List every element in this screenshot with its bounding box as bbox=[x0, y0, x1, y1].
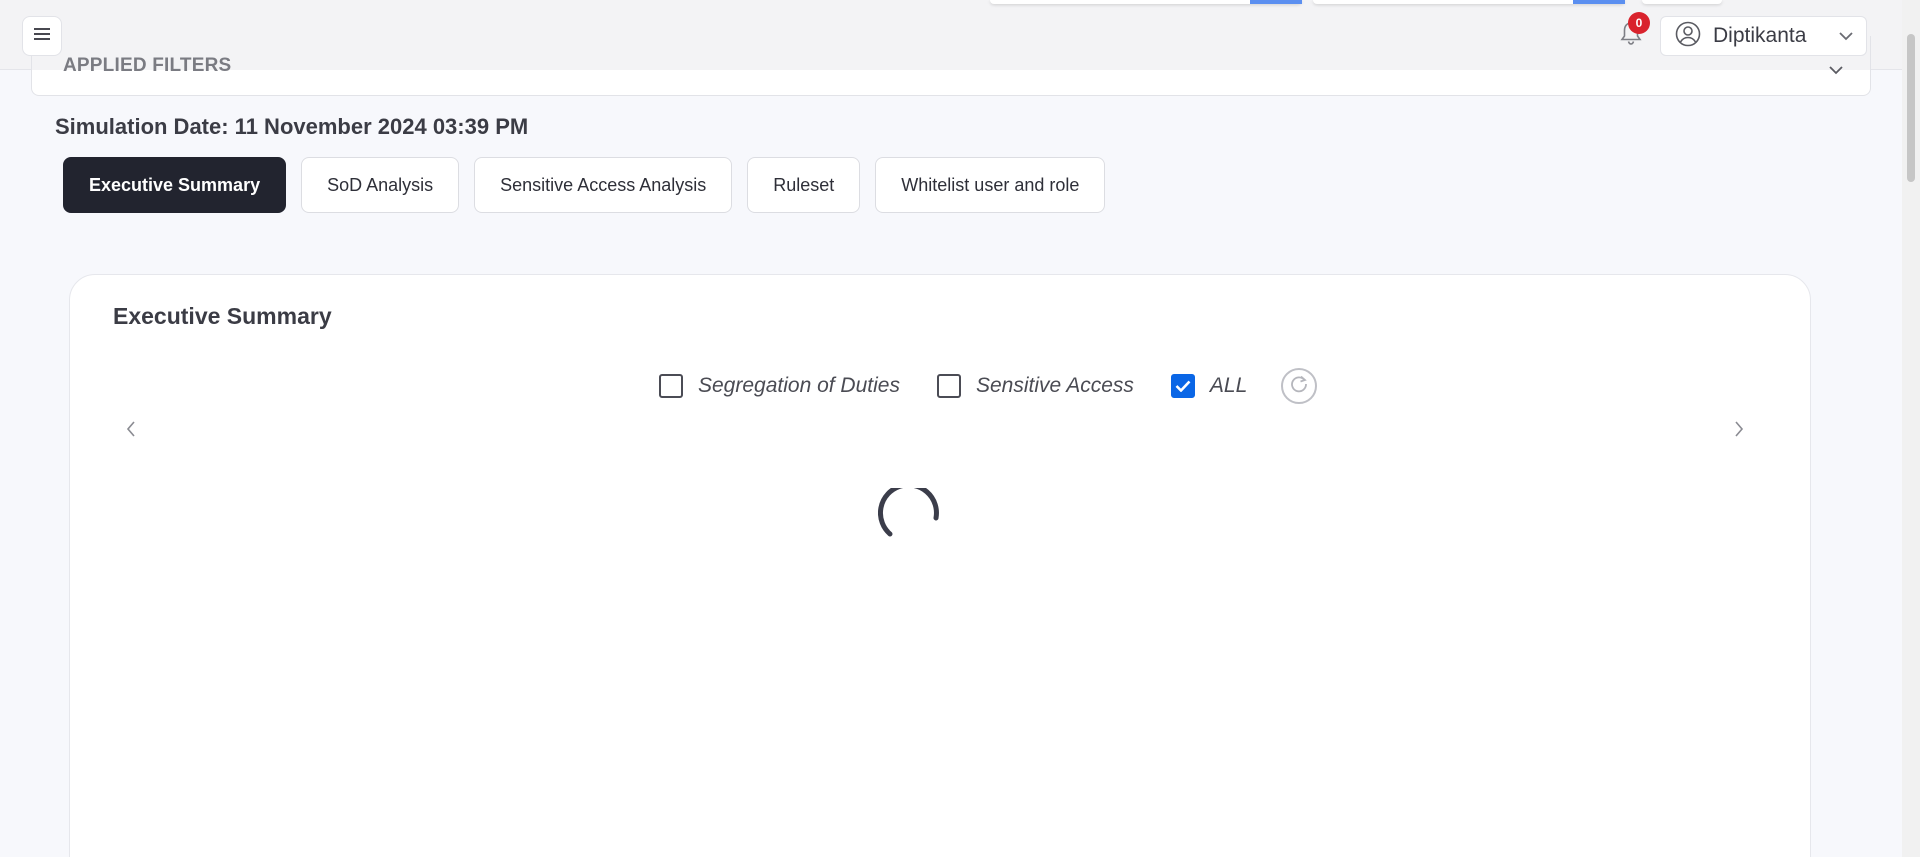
checkbox-all[interactable] bbox=[1170, 374, 1195, 398]
page-scrollbar[interactable] bbox=[1902, 0, 1920, 857]
applied-filters-title: APPLIED FILTERS bbox=[63, 55, 232, 76]
scrollbar-thumb[interactable] bbox=[1907, 34, 1915, 182]
top-input-fragment[interactable] bbox=[1313, 0, 1625, 4]
user-menu[interactable]: Diptikanta bbox=[1660, 16, 1867, 56]
tab-ruleset[interactable]: Ruleset bbox=[747, 157, 861, 213]
top-button-fragment[interactable] bbox=[1642, 0, 1722, 4]
menu-icon bbox=[33, 27, 51, 46]
filter-sensitive-access[interactable]: Sensitive Access bbox=[936, 374, 1134, 398]
filter-all[interactable]: ALL bbox=[1170, 374, 1248, 398]
checkbox-sensitive-access[interactable] bbox=[936, 374, 961, 398]
chevron-left-icon[interactable] bbox=[125, 420, 137, 443]
tab-whitelist-user-and-role[interactable]: Whitelist user and role bbox=[875, 157, 1106, 213]
notification-count-badge: 0 bbox=[1628, 12, 1650, 34]
tab-executive-summary[interactable]: Executive Summary bbox=[63, 157, 287, 213]
applied-filters-header-band bbox=[32, 36, 1870, 70]
card-title: Executive Summary bbox=[113, 303, 332, 329]
user-name: Diptikanta bbox=[1713, 24, 1807, 47]
checkbox-label: Sensitive Access bbox=[975, 374, 1134, 397]
checkmark-icon bbox=[1175, 380, 1191, 392]
user-circle-icon bbox=[1675, 21, 1701, 52]
analysis-tabs: Executive Summary SoD Analysis Sensitive… bbox=[63, 157, 1106, 213]
filter-segregation-of-duties[interactable]: Segregation of Duties bbox=[659, 374, 900, 398]
top-input-fragment-accent bbox=[1573, 0, 1625, 4]
executive-summary-card: Executive Summary Segregation of Duties … bbox=[69, 274, 1811, 857]
checkbox-label: Segregation of Duties bbox=[698, 374, 900, 397]
refresh-icon bbox=[1288, 373, 1310, 400]
tab-sod-analysis[interactable]: SoD Analysis bbox=[301, 157, 460, 213]
checkbox-label: ALL bbox=[1209, 374, 1248, 397]
applied-filters-panel: APPLIED FILTERS bbox=[31, 36, 1871, 96]
chevron-down-icon[interactable] bbox=[1828, 62, 1844, 80]
simulation-date: Simulation Date: 11 November 2024 03:39 … bbox=[55, 114, 529, 139]
top-input-fragment-accent bbox=[1250, 0, 1302, 4]
menu-button[interactable] bbox=[22, 16, 62, 56]
chevron-down-icon bbox=[1838, 28, 1854, 46]
tab-sensitive-access-analysis[interactable]: Sensitive Access Analysis bbox=[474, 157, 733, 213]
checkbox-segregation-of-duties[interactable] bbox=[659, 374, 683, 398]
top-input-fragment[interactable] bbox=[990, 0, 1302, 4]
refresh-button[interactable] bbox=[1281, 368, 1318, 404]
loading-spinner bbox=[878, 482, 942, 552]
chevron-right-icon[interactable] bbox=[1733, 420, 1745, 443]
summary-filter-checkboxes: Segregation of Duties Sensitive Access A… bbox=[659, 368, 1318, 404]
